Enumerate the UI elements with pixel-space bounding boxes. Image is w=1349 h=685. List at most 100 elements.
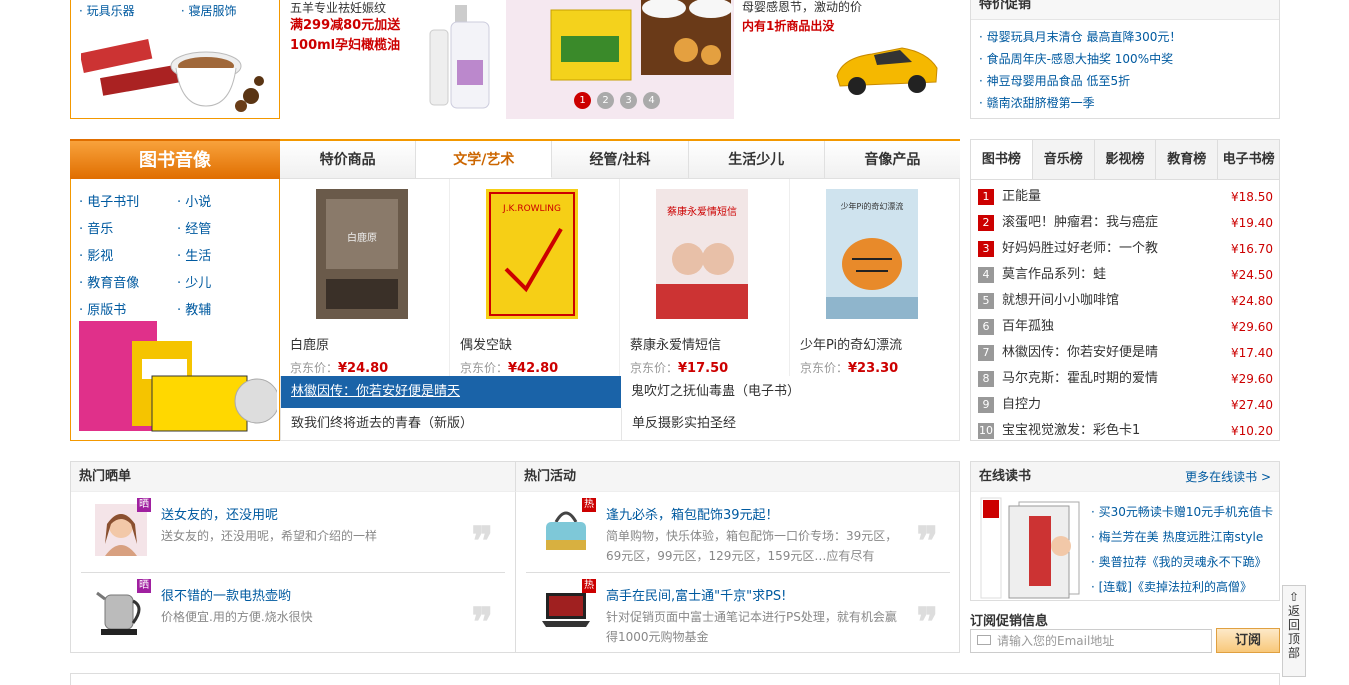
tab-business[interactable]: 经管/社科 xyxy=(552,141,689,178)
tab-special[interactable]: 特价商品 xyxy=(280,141,417,178)
rank-title[interactable]: 宝宝视觉激发：彩色卡1 xyxy=(1002,418,1231,444)
post-title[interactable]: 高手在民间,富士通"千京"求PS! xyxy=(606,585,786,604)
category-link[interactable]: · 教辅 xyxy=(177,297,275,324)
rank-price: ¥19.40 xyxy=(1231,216,1273,230)
post-title[interactable]: 很不错的一款电热壶哟 xyxy=(161,585,291,604)
post-title[interactable]: 逢九必杀，箱包配饰39元起！ xyxy=(606,504,779,523)
tab-literature[interactable]: 文学/艺术 xyxy=(416,141,553,178)
back-to-top-button[interactable]: ⇧ 返回顶部 xyxy=(1282,585,1306,677)
special-promo-item[interactable]: · 神豆母婴用品食品 低至5折 xyxy=(979,70,1279,92)
activity-post[interactable]: 热 逢九必杀，箱包配饰39元起！ 简单购物，快乐体验，箱包配饰一口价专场：39元… xyxy=(516,492,960,572)
text-link[interactable]: 致我们终将逝去的青春（新版） xyxy=(281,408,621,440)
special-promo-item[interactable]: · 食品周年庆-感恩大抽奖 100%中奖 xyxy=(979,48,1279,70)
tab-audio-video[interactable]: 音像产品 xyxy=(824,141,961,178)
reader-link[interactable]: · [连载]《卖掉法拉利的高僧》 xyxy=(1091,575,1273,600)
reader-link[interactable]: · 奥普拉荐《我的灵魂永不下跪》 xyxy=(1091,550,1273,575)
carousel-banner[interactable]: 1 2 3 4 xyxy=(506,0,734,119)
category-link[interactable]: · 经管 xyxy=(177,216,275,243)
category-link[interactable]: · 音乐 xyxy=(79,216,177,243)
book-cover[interactable]: 少年Pi的奇幻漂流 xyxy=(826,189,918,319)
ranking-tabs: 图书榜 音乐榜 影视榜 教育榜 电子书榜 xyxy=(971,140,1279,180)
carousel-dot-2[interactable]: 2 xyxy=(597,92,614,109)
book-cover[interactable]: 蔡康永爱情短信 xyxy=(656,189,748,319)
category-link[interactable]: · 生活 xyxy=(177,243,275,270)
book-item[interactable]: 白鹿原 白鹿原 京东价：¥24.80 xyxy=(280,179,450,376)
rank-title[interactable]: 林徽因传：你若安好便是晴 xyxy=(1002,340,1231,366)
book-name[interactable]: 偶发空缺 xyxy=(460,334,619,353)
rank-title[interactable]: 马尔克斯：霍乱时期的爱情 xyxy=(1002,366,1231,392)
link-bedding[interactable]: · 寝居服饰 xyxy=(181,2,279,19)
activity-post[interactable]: 热 高手在民间,富士通"千京"求PS! 针对促销页面中富士通笔记本进行PS处理，… xyxy=(516,573,960,653)
book-cover[interactable]: 白鹿原 xyxy=(316,189,408,319)
text-link[interactable]: 单反摄影实拍圣经 xyxy=(621,408,961,440)
svg-text:白鹿原: 白鹿原 xyxy=(347,231,377,244)
post-desc: 送女友的，还没用呢，希望和介绍的一样 xyxy=(161,529,378,543)
rank-row[interactable]: 3 好妈妈胜过好老师：一个教 ¥16.70 xyxy=(978,236,1273,262)
rank-row[interactable]: 1 正能量 ¥18.50 xyxy=(978,184,1273,210)
carousel-dot-4[interactable]: 4 xyxy=(643,92,660,109)
reader-link[interactable]: · 梅兰芳在美 热度远胜江南style xyxy=(1091,525,1273,550)
reader-link[interactable]: · 买30元畅读卡赠10元手机充值卡 xyxy=(1091,500,1273,525)
category-link[interactable]: · 小说 xyxy=(177,189,275,216)
post-desc: 简单购物，快乐体验，箱包配饰一口价专场：39元区，69元区，99元区，129元区… xyxy=(606,529,898,563)
tab-video-rank[interactable]: 影视榜 xyxy=(1095,140,1157,179)
rank-row[interactable]: 5 就想开间小小咖啡馆 ¥24.80 xyxy=(978,288,1273,314)
tab-books-rank[interactable]: 图书榜 xyxy=(971,140,1033,179)
book-name[interactable]: 少年Pi的奇幻漂流 xyxy=(800,334,959,353)
category-link[interactable]: · 原版书 xyxy=(79,297,177,324)
book-cover[interactable]: J.K.ROWLING xyxy=(486,189,578,319)
reader-book-cover[interactable] xyxy=(979,496,1083,600)
show-post[interactable]: 晒 很不错的一款电热壶哟 价格便宜.用的方便.烧水很快 ❞ xyxy=(71,573,515,653)
category-link[interactable]: · 电子书刊 xyxy=(79,189,177,216)
special-promo-panel: 特价促销 · 母婴玩具月末清仓 最高直降300元！ · 食品周年庆-感恩大抽奖 … xyxy=(970,0,1280,119)
rank-title[interactable]: 百年孤独 xyxy=(1002,314,1231,340)
book-name[interactable]: 蔡康永爱情短信 xyxy=(630,334,789,353)
book-item[interactable]: 少年Pi的奇幻漂流 少年Pi的奇幻漂流 京东价：¥23.30 xyxy=(790,179,959,376)
books-category-links: · 电子书刊 · 小说 · 音乐 · 经管 · 影视 · 生活 · 教育音像 · 少儿 … xyxy=(71,179,279,324)
book-name[interactable]: 白鹿原 xyxy=(290,334,449,353)
rank-title[interactable]: 好妈妈胜过好老师：一个教 xyxy=(1002,236,1231,262)
link-toys[interactable]: · 玩具乐器 xyxy=(79,2,177,19)
rank-title[interactable]: 自控力 xyxy=(1002,392,1231,418)
special-promo-item[interactable]: · 母婴玩具月末清仓 最高直降300元！ xyxy=(979,26,1279,48)
rank-row[interactable]: 8 马尔克斯：霍乱时期的爱情 ¥29.60 xyxy=(978,366,1273,392)
reader-more-link[interactable]: 更多在线读书 > xyxy=(1185,462,1271,492)
promo-maternity[interactable]: 五羊专业祛妊娠纹 满299减80元加送 100ml孕妇橄榄油 xyxy=(290,0,500,119)
category-link[interactable]: · 少儿 xyxy=(177,270,275,297)
book-item[interactable]: 蔡康永爱情短信 蔡康永爱情短信 京东价：¥17.50 xyxy=(620,179,790,376)
tab-ebook-rank[interactable]: 电子书榜 xyxy=(1218,140,1279,179)
text-link-highlighted[interactable]: 林徽因传：你若安好便是晴天 xyxy=(281,376,621,408)
promo-baby[interactable]: 母婴感恩节，激动的价 内有1折商品出没 xyxy=(742,0,960,119)
book-pile-image[interactable] xyxy=(77,321,277,436)
rank-row[interactable]: 7 林徽因传：你若安好便是晴 ¥17.40 xyxy=(978,340,1273,366)
coffee-product-image[interactable] xyxy=(81,26,271,114)
rank-title[interactable]: 莫言作品系列：蛙 xyxy=(1002,262,1231,288)
tab-education-rank[interactable]: 教育榜 xyxy=(1156,140,1219,179)
carousel-dot-3[interactable]: 3 xyxy=(620,92,637,109)
subscribe-title: 订阅促销信息 xyxy=(970,614,1049,629)
rank-price: ¥29.60 xyxy=(1231,372,1273,386)
show-post[interactable]: 晒 送女友的，还没用呢 送女友的，还没用呢，希望和介绍的一样 ❞ xyxy=(71,492,515,572)
category-link[interactable]: · 影视 xyxy=(79,243,177,270)
subscribe-button[interactable]: 订阅 xyxy=(1216,628,1280,653)
post-title[interactable]: 送女友的，还没用呢 xyxy=(161,504,278,523)
books-header[interactable]: 图书音像 xyxy=(70,139,280,179)
rank-row[interactable]: 4 莫言作品系列：蛙 ¥24.50 xyxy=(978,262,1273,288)
tab-music-rank[interactable]: 音乐榜 xyxy=(1033,140,1095,179)
special-promo-item[interactable]: · 赣南浓甜脐橙第一季 xyxy=(979,92,1279,114)
book-item[interactable]: J.K.ROWLING 偶发空缺 京东价：¥42.80 xyxy=(450,179,620,376)
rank-row[interactable]: 2 滚蛋吧！肿瘤君：我与癌症 ¥19.40 xyxy=(978,210,1273,236)
books-grid: 白鹿原 白鹿原 京东价：¥24.80 J.K.ROWLING 偶发空缺 京东价：… xyxy=(280,179,960,376)
email-field[interactable]: 请输入您的Email地址 xyxy=(970,629,1212,653)
rank-title[interactable]: 正能量 xyxy=(1002,184,1231,210)
rank-row[interactable]: 9 自控力 ¥27.40 xyxy=(978,392,1273,418)
rank-title[interactable]: 就想开间小小咖啡馆 xyxy=(1002,288,1231,314)
category-link[interactable]: · 教育音像 xyxy=(79,270,177,297)
carousel-dot-1[interactable]: 1 xyxy=(574,92,591,109)
book-price: 京东价：¥17.50 xyxy=(630,361,729,376)
tab-life-kids[interactable]: 生活少儿 xyxy=(688,141,825,178)
rank-row[interactable]: 10 宝宝视觉激发：彩色卡1 ¥10.20 xyxy=(978,418,1273,444)
rank-row[interactable]: 6 百年孤独 ¥29.60 xyxy=(978,314,1273,340)
rank-title[interactable]: 滚蛋吧！肿瘤君：我与癌症 xyxy=(1002,210,1231,236)
text-link[interactable]: 鬼吹灯之抚仙毒蛊（电子书） xyxy=(621,376,961,408)
